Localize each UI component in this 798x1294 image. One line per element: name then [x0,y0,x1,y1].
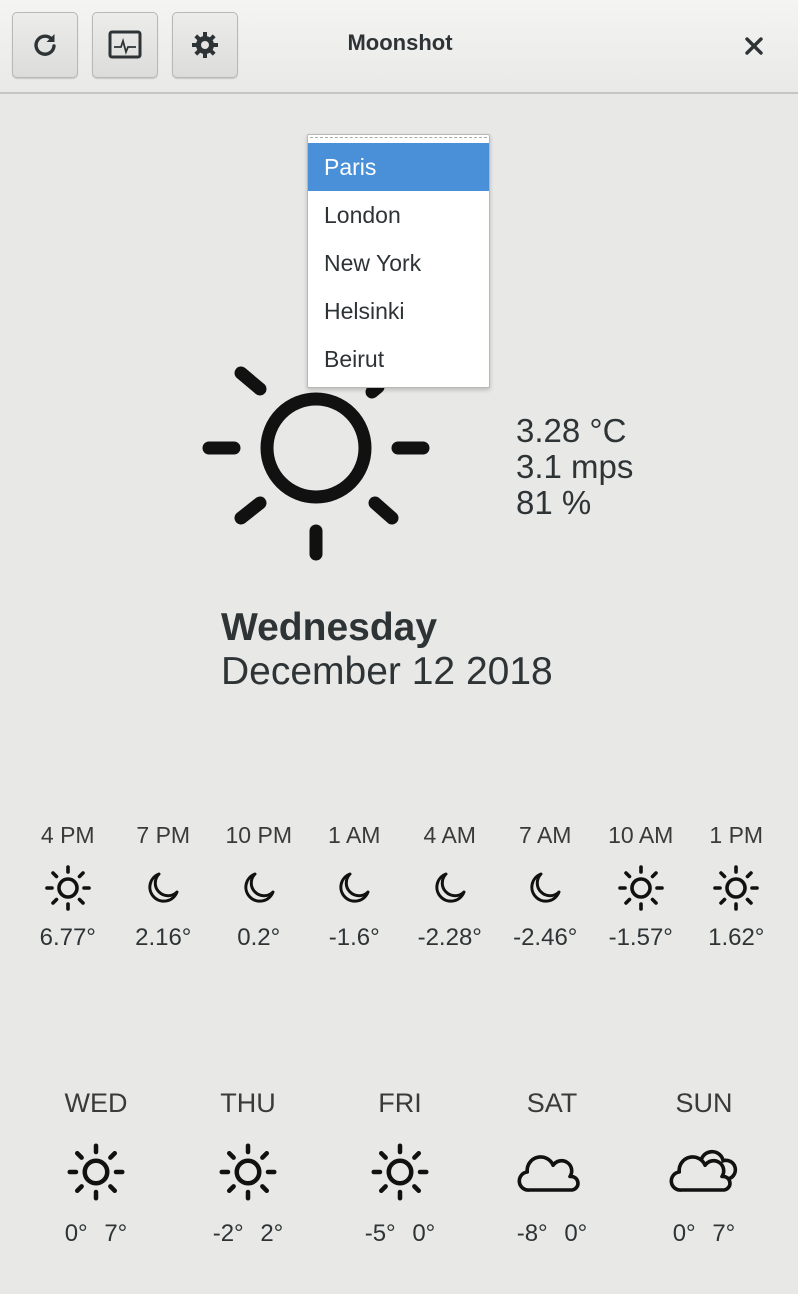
daily-high: 7° [712,1220,736,1247]
moon-icon [148,872,179,903]
moon-icon [244,872,275,903]
daily-day: SUN [675,1088,733,1118]
dropdown-scroll-arrow [310,137,487,142]
cloud-icon [517,1155,580,1192]
hourly-item: 10 PM 0.2° [211,822,307,952]
daily-item: FRI -5° 0° [324,1088,476,1248]
refresh-button[interactable] [12,12,78,78]
daily-range: 0° 7° [673,1220,736,1248]
daily-day: SAT [526,1088,578,1118]
daily-item: SUN 0° 7° [628,1088,780,1248]
hourly-forecast: 4 PM 6.77° 7 PM 2.16° 10 PM 0.2° 1 AM -1.6° 4 AM… [20,822,784,952]
moon-icon [339,872,370,903]
hourly-temp: -1.6° [328,924,380,951]
current-date: December 12 2018 [221,650,553,693]
hourly-temp: -2.46° [513,924,578,951]
hourly-time: 7 PM [136,822,191,848]
daily-high: 0° [564,1220,588,1247]
daily-day: FRI [378,1088,422,1118]
current-humidity: 81 % [516,484,592,521]
sun-icon [219,1143,277,1201]
current-temperature: 3.28 °C [516,412,627,449]
daily-range: -2° 2° [213,1220,284,1248]
hourly-time: 7 AM [519,822,572,848]
monitor-icon [108,30,142,59]
daily-high: 7° [104,1220,128,1247]
hourly-time: 10 AM [608,822,674,848]
current-wind: 3.1 mps [516,448,634,485]
daily-forecast: WED 0° 7° THU -2° 2° FRI -5° 0° SAT -8° 0° SUN 0°… [20,1088,796,1248]
daily-day: THU [220,1088,276,1118]
hourly-temp: 0.2° [237,924,281,951]
daily-range: -8° 0° [517,1220,588,1248]
hourly-time: 4 PM [40,822,95,848]
hourly-item: 4 PM 6.77° [20,822,116,952]
hourly-temp: -1.57° [608,924,673,951]
sun-icon [67,1143,125,1201]
hourly-item: 7 PM 2.16° [116,822,212,952]
current-readings: 3.28 °C 3.1 mps 81 % [516,413,633,521]
window-title: Moonshot [347,30,453,55]
sun-icon [44,865,91,911]
daily-range: 0° 7° [65,1220,128,1248]
hourly-item: 4 AM -2.28° [402,822,498,952]
clouds-icon [669,1149,738,1192]
city-option[interactable]: Helsinki [308,287,489,335]
hourly-time: 1 AM [328,822,381,848]
city-option[interactable]: Paris [308,143,489,191]
moon-icon [530,872,561,903]
sun-icon [617,865,664,911]
hourly-temp: 6.77° [39,924,96,951]
close-icon [745,37,763,55]
daily-low: -5° [364,1220,396,1247]
daily-high: 2° [260,1220,284,1247]
city-option[interactable]: Beirut [308,335,489,383]
system-monitor-button[interactable] [92,12,158,78]
daily-item: THU -2° 2° [172,1088,324,1248]
close-button[interactable] [734,28,774,64]
daily-low: 0° [64,1220,88,1247]
hourly-time: 10 PM [225,822,292,848]
hourly-item: 1 AM -1.6° [307,822,403,952]
hourly-temp: 2.16° [135,924,192,951]
daily-range: -5° 0° [365,1220,436,1248]
city-option[interactable]: London [308,191,489,239]
daily-day: WED [64,1088,128,1118]
hourly-temp: -2.28° [417,924,482,951]
hourly-time: 4 AM [423,822,476,848]
hourly-temp: 1.62° [708,924,765,951]
daily-item: SAT -8° 0° [476,1088,628,1248]
hourly-item: 10 AM -1.57° [593,822,689,952]
city-option[interactable]: New York [308,239,489,287]
settings-button[interactable] [172,12,238,78]
daily-low: -8° [516,1220,548,1247]
hourly-item: 1 PM 1.62° [689,822,785,952]
daily-low: 0° [672,1220,696,1247]
refresh-icon [34,34,56,56]
hourly-time: 1 PM [709,822,764,848]
gear-icon [192,32,218,58]
hourly-item: 7 AM -2.46° [498,822,594,952]
sun-icon [371,1143,429,1201]
city-dropdown[interactable]: Paris London New York Helsinki Beirut [307,134,490,388]
header-bar: Moonshot [0,0,798,94]
daily-item: WED 0° 7° [20,1088,172,1248]
current-weather-sun-icon [196,341,436,571]
sun-icon [713,865,760,911]
daily-high: 0° [412,1220,436,1247]
current-day: Wednesday [221,606,438,649]
daily-low: -2° [212,1220,244,1247]
moon-icon [435,872,466,903]
